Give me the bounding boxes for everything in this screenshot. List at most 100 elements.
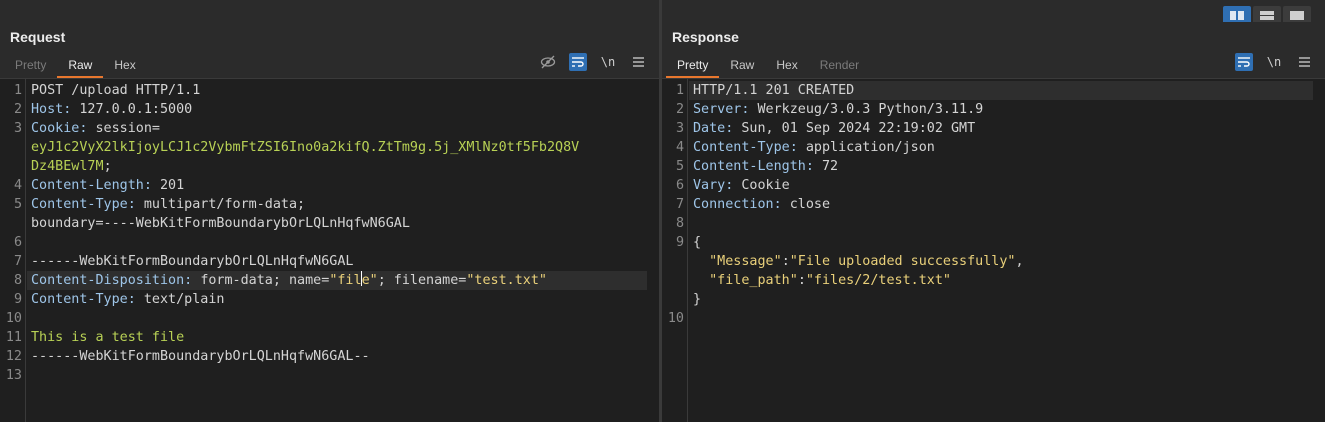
line-number: 11 <box>5 330 22 345</box>
tab-pretty[interactable]: Pretty <box>666 52 720 78</box>
line-number: 7 <box>675 197 684 212</box>
line-text: Content-Length: 72 <box>693 157 838 176</box>
menu-icon[interactable] <box>1295 53 1313 71</box>
code-line[interactable]: 1 HTTP/1.1 201 CREATED <box>662 81 1325 100</box>
code-line[interactable]: 10 <box>0 309 659 328</box>
code-line[interactable]: } <box>662 290 1325 309</box>
tab-hex[interactable]: Hex <box>765 52 808 78</box>
code-line[interactable]: 9{ <box>662 233 1325 252</box>
tab-raw[interactable]: Raw <box>719 52 765 78</box>
code-line[interactable]: eyJ1c2VyX2lkIjoyLCJ1c2VybmFtZSI6Ino0a2ki… <box>0 138 659 157</box>
code-token: application/json <box>805 140 935 155</box>
request-title: Request <box>10 29 66 45</box>
request-editor[interactable]: 1 POST /upload HTTP/1.1 2 Host: 127.0.0.1:5… <box>0 78 659 422</box>
code-token: "file_path" <box>709 273 798 288</box>
code-line[interactable]: 9 Content-Type: text/plain <box>0 290 659 309</box>
hide-nonprintable-icon[interactable] <box>539 53 557 71</box>
code-line[interactable]: 8 Content-Disposition: form-data; name="f… <box>0 271 659 290</box>
code-token: "File uploaded successfully" <box>789 254 1016 269</box>
code-line[interactable]: 2 Server: Werkzeug/3.0.3 Python/3.11.9 <box>662 100 1325 119</box>
line-number: 7 <box>13 254 22 269</box>
code-token: POST /upload HTTP/1.1 <box>31 83 201 98</box>
code-token: ; filename= <box>377 273 467 288</box>
code-line[interactable]: boundary=----WebKitFormBoundarybOrLQLnHq… <box>0 214 659 233</box>
line-text: POST /upload HTTP/1.1 <box>31 81 200 100</box>
line-number: 5 <box>13 197 22 212</box>
request-pane: Request Pretty Raw Hex \n 1 POST /upload … <box>0 22 659 422</box>
line-number: 5 <box>675 159 684 174</box>
code-token: Werkzeug/3.0.3 Python/3.11.9 <box>757 102 984 117</box>
response-editor[interactable]: 1 HTTP/1.1 201 CREATED 2 Server: Werkzeug/3… <box>662 78 1325 422</box>
code-token: boundary=----WebKitFormBoundarybOrLQLnHq… <box>31 216 410 231</box>
code-line[interactable]: 4 Content-Length: 201 <box>0 176 659 195</box>
request-tabs: Pretty Raw Hex <box>4 52 147 78</box>
code-token: "Message" <box>709 254 782 269</box>
code-line[interactable]: 5 Content-Length: 72 <box>662 157 1325 176</box>
code-line[interactable]: 3 Date: Sun, 01 Sep 2024 22:19:02 GMT <box>662 119 1325 138</box>
code-line[interactable]: 10 <box>662 309 1325 328</box>
line-text: Content-Type: application/json <box>693 138 935 157</box>
code-line[interactable]: "file_path":"files/2/test.txt" <box>662 271 1325 290</box>
menu-icon[interactable] <box>629 53 647 71</box>
wrap-lines-icon[interactable] <box>569 53 587 71</box>
line-text: Cookie: session= <box>31 119 160 138</box>
code-line[interactable]: "Message":"File uploaded successfully", <box>662 252 1325 271</box>
code-line[interactable]: 6 Vary: Cookie <box>662 176 1325 195</box>
line-text: Content-Type: multipart/form-data; <box>31 195 305 214</box>
code-token: "files/2/test.txt" <box>805 273 951 288</box>
line-number: 9 <box>13 292 22 307</box>
code-token: ------WebKitFormBoundarybOrLQLnHqfwN6GAL <box>31 254 354 269</box>
line-text: "Message":"File uploaded successfully", <box>693 252 1023 271</box>
code-token: Cookie <box>741 178 790 193</box>
response-pane: Response Pretty Raw Hex Render \n 1 HTTP/… <box>662 22 1325 422</box>
code-token: : <box>781 254 790 269</box>
code-token: Vary: <box>693 178 742 193</box>
tab-hex[interactable]: Hex <box>103 52 146 78</box>
code-line[interactable]: Dz4BEwl7M; <box>0 157 659 176</box>
tab-render[interactable]: Render <box>809 52 870 78</box>
line-text: Server: Werkzeug/3.0.3 Python/3.11.9 <box>693 100 983 119</box>
code-line[interactable]: 6 <box>0 233 659 252</box>
code-token: Cookie: <box>31 121 96 136</box>
newline-toggle-icon[interactable]: \n <box>599 53 617 71</box>
code-token: "test.txt" <box>466 273 547 288</box>
newline-toggle-icon[interactable]: \n <box>1265 53 1283 71</box>
line-number: 1 <box>13 83 22 98</box>
code-line[interactable]: 5 Content-Type: multipart/form-data; <box>0 195 659 214</box>
code-token: "fil <box>329 273 362 288</box>
line-text: Vary: Cookie <box>693 176 790 195</box>
columns-icon <box>1230 10 1244 20</box>
line-text: ------WebKitFormBoundarybOrLQLnHqfwN6GAL <box>31 252 353 271</box>
wrap-lines-icon[interactable] <box>1235 53 1253 71</box>
tab-raw[interactable]: Raw <box>57 52 104 78</box>
code-line[interactable]: 8 <box>662 214 1325 233</box>
code-token: { <box>693 235 702 250</box>
line-number: 6 <box>13 235 22 250</box>
code-token: session= <box>95 121 161 136</box>
response-tabs: Pretty Raw Hex Render <box>666 52 870 78</box>
code-token: Sun, 01 Sep 2024 22:19:02 GMT <box>741 121 976 136</box>
line-number: 9 <box>675 235 684 250</box>
code-token: close <box>789 197 831 212</box>
code-line[interactable]: 4 Content-Type: application/json <box>662 138 1325 157</box>
code-line[interactable]: 12 ------WebKitFormBoundarybOrLQLnHqfwN6G… <box>0 347 659 366</box>
tab-pretty[interactable]: Pretty <box>4 52 57 78</box>
line-text: "file_path":"files/2/test.txt" <box>693 271 951 290</box>
code-line[interactable]: 1 POST /upload HTTP/1.1 <box>0 81 659 100</box>
request-header: Request Pretty Raw Hex \n <box>0 22 659 78</box>
code-line[interactable]: 13 <box>0 366 659 385</box>
code-line[interactable]: 3 Cookie: session= <box>0 119 659 138</box>
code-line[interactable]: 7 ------WebKitFormBoundarybOrLQLnHqfwN6GA… <box>0 252 659 271</box>
code-token: e" <box>361 273 378 288</box>
line-text: Content-Disposition: form-data; name="fi… <box>31 271 547 290</box>
line-text: Dz4BEwl7M; <box>31 157 112 176</box>
code-token: multipart/form-data; <box>143 197 306 212</box>
code-line[interactable]: 2 Host: 127.0.0.1:5000 <box>0 100 659 119</box>
line-number: 13 <box>5 368 22 383</box>
code-line[interactable]: 11 This is a test file <box>0 328 659 347</box>
code-token: Content-Type: <box>693 140 806 155</box>
code-line[interactable]: 7 Connection: close <box>662 195 1325 214</box>
line-text: Content-Type: text/plain <box>31 290 225 309</box>
code-token: Content-Length: <box>31 178 160 193</box>
